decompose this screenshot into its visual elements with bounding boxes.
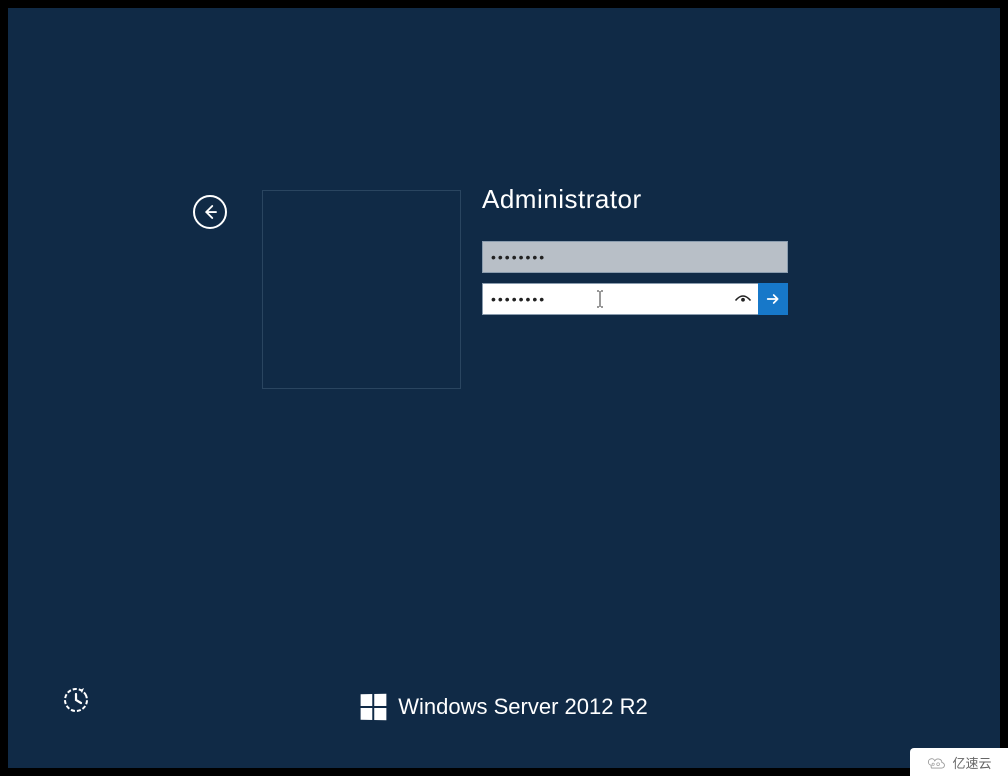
- login-form: Administrator: [482, 184, 788, 325]
- brand-product: Windows Server: [398, 694, 558, 719]
- submit-button[interactable]: [758, 283, 788, 315]
- arrow-right-icon: [765, 291, 781, 307]
- watermark-text: 亿速云: [952, 753, 991, 772]
- username-label: Administrator: [482, 184, 788, 215]
- password-confirm-input[interactable]: [482, 283, 728, 315]
- ease-of-access-button[interactable]: [62, 686, 90, 714]
- ease-of-access-icon: [62, 686, 90, 714]
- cloud-icon: [926, 754, 948, 770]
- reveal-password-button[interactable]: [728, 283, 758, 315]
- brand-year: 2012: [565, 694, 614, 719]
- branding: Windows Server 2012 R2: [360, 694, 647, 720]
- windows-logo-icon: [361, 694, 387, 720]
- back-button[interactable]: [193, 195, 227, 229]
- brand-edition: R2: [620, 694, 648, 719]
- eye-icon: [734, 293, 752, 305]
- password-input[interactable]: [482, 241, 788, 273]
- password-field-wrapper-2: [482, 283, 788, 315]
- login-screen: Administrator: [8, 8, 1000, 768]
- arrow-left-icon: [201, 203, 219, 221]
- watermark: 亿速云: [910, 748, 1008, 776]
- password-field-wrapper-1: [482, 241, 788, 273]
- user-avatar: [262, 190, 461, 389]
- product-name: Windows Server 2012 R2: [398, 694, 647, 720]
